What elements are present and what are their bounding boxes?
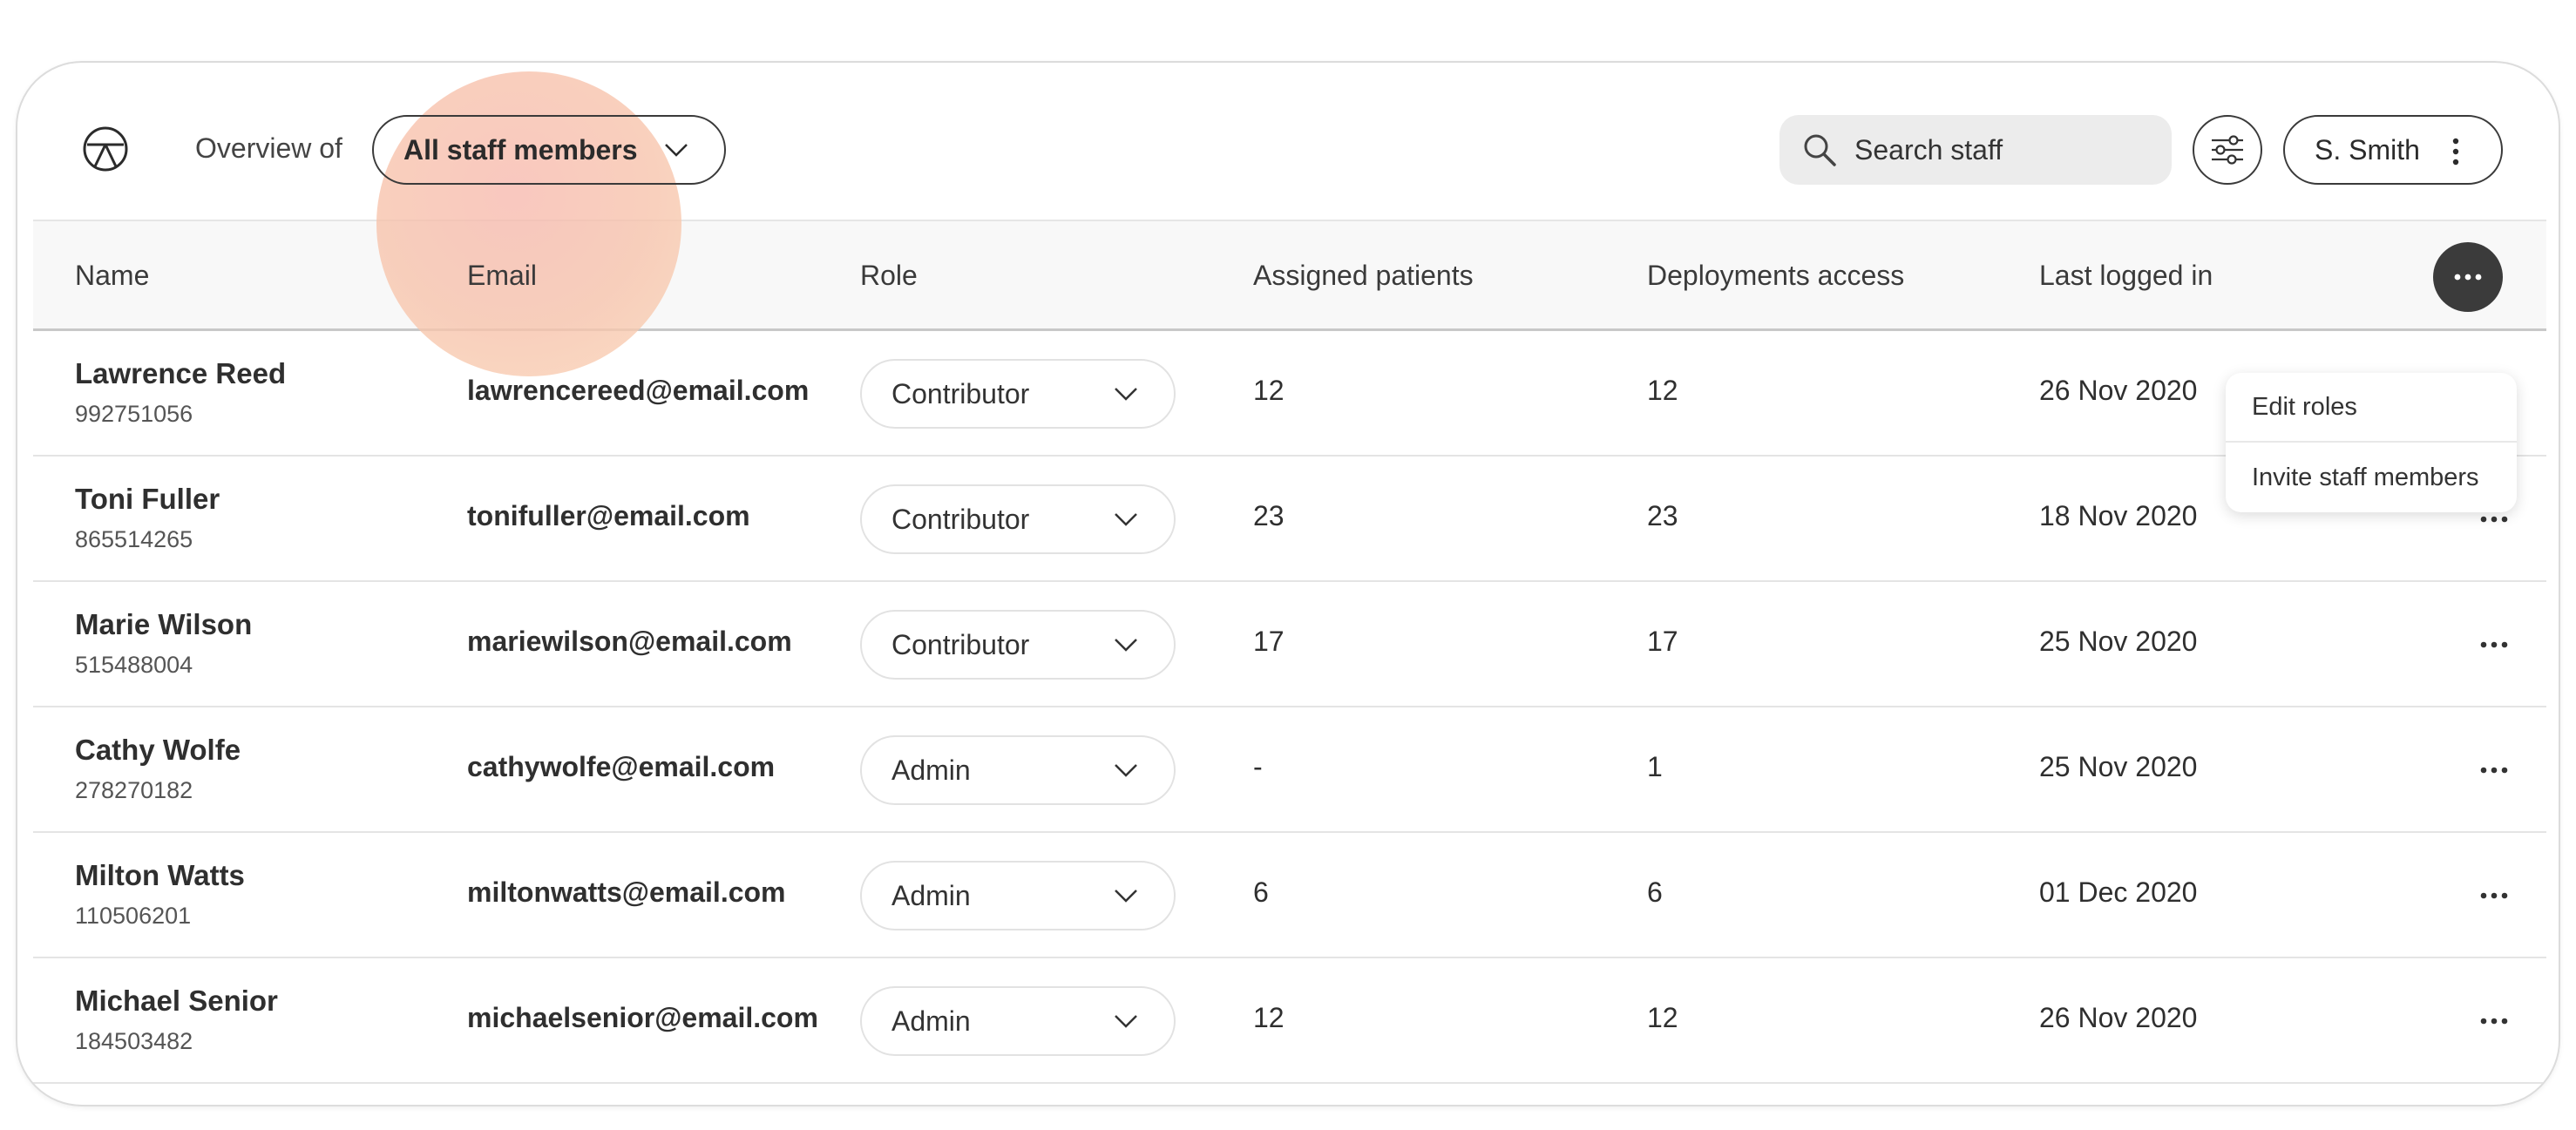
- sliders-icon: [2212, 135, 2243, 165]
- assigned-patients: 17: [1253, 626, 1285, 657]
- deployments-access: 12: [1647, 1002, 1678, 1033]
- row-more-icon[interactable]: [2477, 1011, 2512, 1032]
- staff-name: Marie Wilson: [75, 608, 253, 640]
- table-row: Lawrence Reed 992751056 lawrencereed@ema…: [33, 331, 2546, 457]
- role-value: Admin: [891, 879, 971, 911]
- staff-id: 992751056: [75, 401, 193, 427]
- staff-email: michaelsenior@email.com: [467, 1002, 818, 1033]
- chevron-down-icon: [1115, 388, 1137, 401]
- assigned-patients: 6: [1253, 876, 1269, 908]
- staff-filter-dropdown[interactable]: All staff members: [372, 115, 726, 185]
- app-logo-icon[interactable]: [82, 125, 129, 173]
- overview-label: Overview of: [195, 132, 342, 164]
- row-more-icon[interactable]: [2477, 885, 2512, 906]
- staff-name: Toni Fuller: [75, 483, 220, 515]
- staff-email: lawrencereed@email.com: [467, 375, 810, 406]
- search-input[interactable]: [1854, 133, 2151, 166]
- table-actions-button[interactable]: [2433, 242, 2503, 312]
- column-header-assigned-patients[interactable]: Assigned patients: [1253, 260, 1474, 292]
- deployments-access: 12: [1647, 375, 1678, 406]
- search-icon: [1804, 134, 1836, 166]
- staff-email: mariewilson@email.com: [467, 626, 792, 657]
- last-logged-in: 25 Nov 2020: [2039, 751, 2198, 782]
- search-box[interactable]: [1779, 115, 2172, 185]
- staff-overview-card: Overview of All staff members Search sta…: [16, 61, 2560, 1106]
- user-name: S. Smith: [2315, 133, 2420, 166]
- staff-id: 184503482: [75, 1028, 193, 1054]
- last-logged-in: 26 Nov 2020: [2039, 375, 2198, 406]
- staff-filter-value: All staff members: [403, 133, 638, 166]
- role-value: Contributor: [891, 628, 1030, 660]
- assigned-patients: 23: [1253, 500, 1285, 531]
- user-menu-button[interactable]: S. Smith: [2283, 115, 2503, 185]
- role-select[interactable]: Contributor: [860, 359, 1176, 429]
- column-header-deployments-access[interactable]: Deployments access: [1647, 260, 1904, 292]
- role-value: Admin: [891, 754, 971, 786]
- staff-email: miltonwatts@email.com: [467, 876, 786, 908]
- menu-item-invite-staff[interactable]: Invite staff members: [2226, 443, 2517, 512]
- staff-name: Milton Watts: [75, 859, 245, 891]
- column-header-name[interactable]: Name: [75, 260, 149, 292]
- role-select[interactable]: Admin: [860, 986, 1176, 1056]
- chevron-down-icon: [1115, 1015, 1137, 1028]
- role-select[interactable]: Admin: [860, 735, 1176, 805]
- staff-id: 110506201: [75, 903, 192, 929]
- chevron-down-icon: [1115, 513, 1137, 526]
- table-actions-menu: Edit roles Invite staff members: [2226, 373, 2517, 512]
- role-select[interactable]: Contributor: [860, 484, 1176, 554]
- role-value: Contributor: [891, 377, 1030, 409]
- toolbar: Overview of All staff members Search sta…: [17, 63, 2559, 220]
- menu-item-edit-roles[interactable]: Edit roles: [2226, 373, 2517, 443]
- deployments-access: 6: [1647, 876, 1663, 908]
- chevron-down-icon: [1115, 890, 1137, 903]
- role-value: Contributor: [891, 503, 1030, 535]
- chevron-down-icon: [665, 144, 688, 157]
- filter-settings-button[interactable]: [2193, 115, 2262, 185]
- table-row: Michael Senior 184503482 michaelsenior@e…: [33, 958, 2546, 1084]
- row-more-icon[interactable]: [2477, 760, 2512, 781]
- assigned-patients: -: [1253, 751, 1263, 782]
- last-logged-in: 26 Nov 2020: [2039, 1002, 2198, 1033]
- role-value: Admin: [891, 1005, 971, 1037]
- staff-name: Michael Senior: [75, 985, 278, 1017]
- chevron-down-icon: [1115, 764, 1137, 777]
- assigned-patients: 12: [1253, 375, 1285, 406]
- staff-email: tonifuller@email.com: [467, 500, 750, 531]
- last-logged-in: 25 Nov 2020: [2039, 626, 2198, 657]
- deployments-access: 23: [1647, 500, 1678, 531]
- staff-id: 278270182: [75, 777, 193, 803]
- column-header-last-logged-in[interactable]: Last logged in: [2039, 260, 2213, 292]
- column-header-email[interactable]: Email: [467, 260, 537, 292]
- table-row: Marie Wilson 515488004 mariewilson@email…: [33, 582, 2546, 707]
- staff-id: 865514265: [75, 526, 193, 552]
- staff-table-body: Lawrence Reed 992751056 lawrencereed@ema…: [33, 331, 2546, 1084]
- row-more-icon[interactable]: [2477, 634, 2512, 655]
- role-select[interactable]: Admin: [860, 861, 1176, 930]
- deployments-access: 17: [1647, 626, 1678, 657]
- table-row: Toni Fuller 865514265 tonifuller@email.c…: [33, 457, 2546, 582]
- staff-name: Lawrence Reed: [75, 357, 287, 389]
- chevron-down-icon: [1115, 639, 1137, 652]
- table-row: Milton Watts 110506201 miltonwatts@email…: [33, 833, 2546, 958]
- kebab-vertical-icon: [2452, 138, 2459, 166]
- table-row: Cathy Wolfe 278270182 cathywolfe@email.c…: [33, 707, 2546, 833]
- assigned-patients: 12: [1253, 1002, 1285, 1033]
- last-logged-in: 18 Nov 2020: [2039, 500, 2198, 531]
- column-header-role[interactable]: Role: [860, 260, 918, 292]
- deployments-access: 1: [1647, 751, 1663, 782]
- staff-email: cathywolfe@email.com: [467, 751, 776, 782]
- role-select[interactable]: Contributor: [860, 610, 1176, 680]
- last-logged-in: 01 Dec 2020: [2039, 876, 2198, 908]
- more-horizontal-icon: [2454, 274, 2482, 281]
- staff-id: 515488004: [75, 652, 193, 678]
- staff-name: Cathy Wolfe: [75, 734, 241, 766]
